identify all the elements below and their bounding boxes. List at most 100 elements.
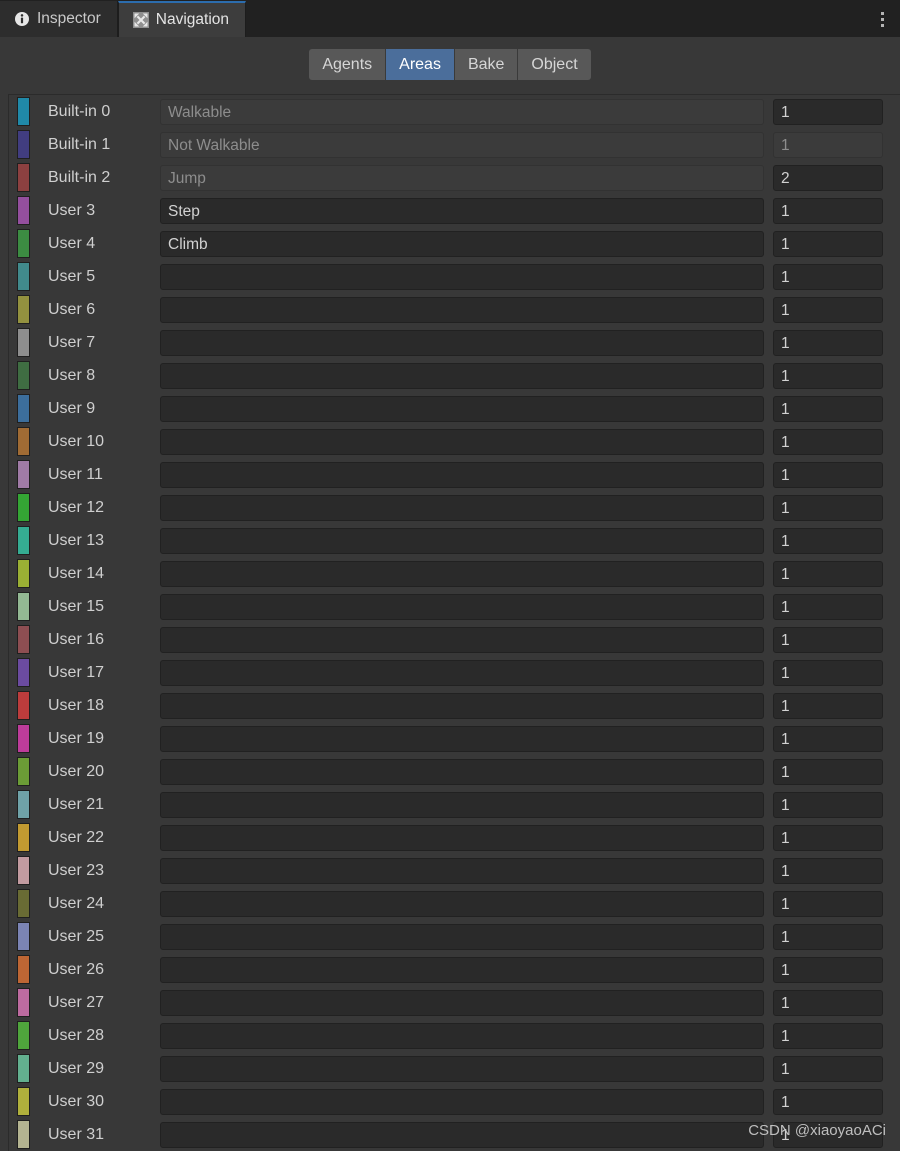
area-color-swatch[interactable]	[17, 295, 30, 324]
area-color-swatch[interactable]	[17, 889, 30, 918]
area-name-input[interactable]	[160, 362, 764, 389]
area-color-swatch[interactable]	[17, 163, 30, 192]
area-name-input[interactable]	[160, 1088, 764, 1115]
area-name-input[interactable]	[160, 956, 764, 983]
area-cost-input[interactable]: 2	[773, 164, 883, 191]
area-color-swatch[interactable]	[17, 97, 30, 126]
area-cost-input[interactable]: 1	[773, 758, 883, 785]
area-cost-input[interactable]: 1	[773, 1088, 883, 1115]
area-cost-input[interactable]: 1	[773, 197, 883, 224]
area-color-swatch[interactable]	[17, 625, 30, 654]
area-cost-input[interactable]: 1	[773, 659, 883, 686]
area-name-input[interactable]: Climb	[160, 230, 764, 257]
area-cost-input[interactable]: 1	[773, 263, 883, 290]
area-cost-input[interactable]: 1	[773, 560, 883, 587]
area-color-swatch[interactable]	[17, 658, 30, 687]
tab-inspector[interactable]: Inspector	[0, 1, 118, 37]
area-name-input[interactable]	[160, 593, 764, 620]
area-name-input[interactable]	[160, 1121, 764, 1148]
area-cost-input[interactable]: 1	[773, 824, 883, 851]
area-color-swatch[interactable]	[17, 1120, 30, 1149]
area-name-input[interactable]	[160, 494, 764, 521]
area-name-input[interactable]	[160, 791, 764, 818]
area-name-input[interactable]	[160, 857, 764, 884]
area-color-swatch[interactable]	[17, 394, 30, 423]
area-cost-input[interactable]: 1	[773, 230, 883, 257]
kebab-menu-icon[interactable]	[872, 8, 892, 30]
area-name-input[interactable]	[160, 395, 764, 422]
area-color-swatch[interactable]	[17, 757, 30, 786]
area-name-input[interactable]	[160, 989, 764, 1016]
area-cost-input[interactable]: 1	[773, 329, 883, 356]
area-cost-input[interactable]: 1	[773, 923, 883, 950]
area-color-swatch[interactable]	[17, 724, 30, 753]
area-cost-input[interactable]: 1	[773, 98, 883, 125]
tab-areas[interactable]: Areas	[386, 49, 455, 80]
area-name-input[interactable]	[160, 890, 764, 917]
tab-bake[interactable]: Bake	[454, 49, 519, 80]
area-name-input[interactable]	[160, 1055, 764, 1082]
area-name-input[interactable]	[160, 692, 764, 719]
area-name-input[interactable]	[160, 461, 764, 488]
tab-navigation[interactable]: Navigation	[117, 1, 247, 37]
area-cost-input[interactable]: 1	[773, 1055, 883, 1082]
area-color-swatch[interactable]	[17, 493, 30, 522]
area-cost-input[interactable]: 1	[773, 593, 883, 620]
area-name-input[interactable]	[160, 824, 764, 851]
area-color-swatch[interactable]	[17, 922, 30, 951]
area-color-swatch[interactable]	[17, 1054, 30, 1083]
tab-agents[interactable]: Agents	[309, 49, 387, 80]
area-cost-input[interactable]: 1	[773, 989, 883, 1016]
tab-object[interactable]: Object	[518, 49, 591, 80]
area-cost-input[interactable]: 1	[773, 494, 883, 521]
area-name-input[interactable]	[160, 428, 764, 455]
area-name-input[interactable]: Step	[160, 197, 764, 224]
area-color-swatch[interactable]	[17, 1021, 30, 1050]
area-cost-input[interactable]: 1	[773, 362, 883, 389]
area-name-input[interactable]	[160, 263, 764, 290]
area-color-swatch[interactable]	[17, 823, 30, 852]
area-color-swatch[interactable]	[17, 691, 30, 720]
area-cost-input[interactable]: 1	[773, 1022, 883, 1049]
area-color-swatch[interactable]	[17, 427, 30, 456]
area-color-swatch[interactable]	[17, 229, 30, 258]
area-color-swatch[interactable]	[17, 592, 30, 621]
area-cost-input[interactable]: 1	[773, 1121, 883, 1148]
areas-scroll-area[interactable]: Built-in 0 Walkable 1 Built-in 1 Not Walkabl…	[8, 94, 900, 1151]
area-color-swatch[interactable]	[17, 262, 30, 291]
area-name-input[interactable]	[160, 725, 764, 752]
area-cost-input[interactable]: 1	[773, 725, 883, 752]
area-cost-input[interactable]: 1	[773, 296, 883, 323]
area-color-swatch[interactable]	[17, 955, 30, 984]
area-cost-input[interactable]: 1	[773, 461, 883, 488]
area-color-swatch[interactable]	[17, 1087, 30, 1116]
area-color-swatch[interactable]	[17, 790, 30, 819]
area-name-input[interactable]	[160, 758, 764, 785]
area-name-input[interactable]	[160, 296, 764, 323]
area-cost-input[interactable]: 1	[773, 626, 883, 653]
area-name-input[interactable]	[160, 659, 764, 686]
area-color-swatch[interactable]	[17, 361, 30, 390]
area-cost-input[interactable]: 1	[773, 956, 883, 983]
area-cost-input[interactable]: 1	[773, 857, 883, 884]
area-cost-input[interactable]: 1	[773, 791, 883, 818]
area-color-swatch[interactable]	[17, 526, 30, 555]
area-name-input[interactable]	[160, 527, 764, 554]
area-name-input[interactable]	[160, 329, 764, 356]
area-name-input[interactable]	[160, 1022, 764, 1049]
area-color-swatch[interactable]	[17, 328, 30, 357]
area-color-swatch[interactable]	[17, 460, 30, 489]
area-cost-input[interactable]: 1	[773, 692, 883, 719]
area-cost-input[interactable]: 1	[773, 395, 883, 422]
area-name-input[interactable]	[160, 923, 764, 950]
area-color-swatch[interactable]	[17, 196, 30, 225]
area-name-input[interactable]	[160, 626, 764, 653]
area-cost-input[interactable]: 1	[773, 890, 883, 917]
area-cost-input[interactable]: 1	[773, 428, 883, 455]
area-color-swatch[interactable]	[17, 856, 30, 885]
area-color-swatch[interactable]	[17, 559, 30, 588]
area-cost-input[interactable]: 1	[773, 527, 883, 554]
area-color-swatch[interactable]	[17, 988, 30, 1017]
area-color-swatch[interactable]	[17, 130, 30, 159]
area-name-input[interactable]	[160, 560, 764, 587]
